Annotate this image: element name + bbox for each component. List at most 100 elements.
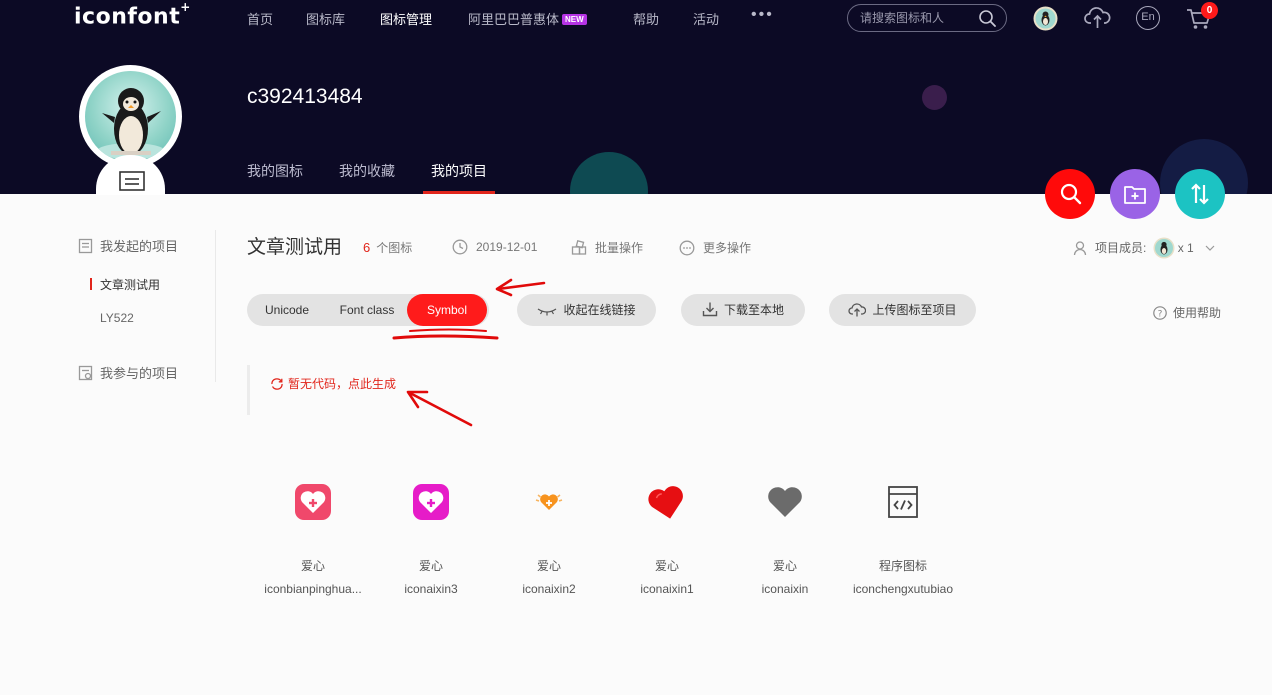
icon-card[interactable]: 爱心 iconaixin3 [372,478,490,596]
usage-help-link[interactable]: ? 使用帮助 [1153,304,1221,321]
annotation-arrow-generate [406,390,473,427]
icon-card[interactable]: 爱心 iconaixin1 [608,478,726,596]
generate-code-link[interactable]: 暂无代码，点此生成 [270,375,396,392]
tab-my-favorites[interactable]: 我的收藏 [339,161,395,181]
eye-closed-icon [538,308,557,316]
heart-orange-icon [535,494,563,510]
project-list-icon [78,238,93,254]
download-local-button[interactable]: 下载至本地 [681,294,805,326]
sidebar-my-projects[interactable]: 我发起的项目 [78,236,178,255]
batch-operation-label: 批量操作 [595,241,644,255]
upload-cloud-icon [848,303,867,317]
icon-count-number: 6 [363,240,371,255]
heart-red-icon [648,486,683,519]
search-icon[interactable] [979,10,996,27]
nav-home[interactable]: 首页 [247,9,273,28]
tab-my-icons[interactable]: 我的图标 [247,161,303,181]
icon-code: iconchengxutubiao [852,582,954,596]
sidebar-my-projects-label: 我发起的项目 [100,239,179,254]
more-circle-icon [679,240,695,256]
active-item-marker [90,278,92,290]
members-count: x 1 [1177,241,1194,255]
upload-to-project-button[interactable]: 上传图标至项目 [829,294,976,326]
search-icon [1060,183,1082,205]
profile-avatar [79,65,182,195]
iconfont-logo[interactable]: iconfont+ [74,0,191,29]
nav-activity[interactable]: 活动 [693,9,719,28]
clock-icon [452,239,468,255]
download-icon [702,302,718,317]
decor-circle [570,152,648,194]
more-menu-icon[interactable]: ••• [751,6,774,24]
icon-name: 爱心 [536,559,561,573]
nav-icon-library[interactable]: 图标库 [306,9,345,28]
project-members[interactable]: 项目成员: x 1 [1073,237,1215,259]
search-fab-button[interactable] [1045,169,1095,219]
more-operations-label: 更多操作 [703,241,752,255]
nav-help[interactable]: 帮助 [633,9,659,28]
heart-square-pink-icon [295,484,331,520]
icon-card[interactable]: 爱心 iconaixin2 [490,478,608,596]
top-nav: iconfont+ 首页 图标库 图标管理 阿里巴巴普惠体 NEW 帮助 活动 •… [0,0,1272,36]
sort-arrows-icon [1191,183,1209,205]
icon-code: iconbianpinghua... [264,582,362,596]
icon-name: 程序图标 [878,559,927,573]
icon-card[interactable]: 爱心 iconbianpinghua... [254,478,372,596]
language-switch-icon[interactable]: En [1136,6,1160,30]
icon-card[interactable]: 爱心 iconaixin [726,478,844,596]
icon-name: 爱心 [654,559,679,573]
upload-cloud-icon[interactable] [1084,6,1111,29]
help-circle-icon: ? [1153,306,1167,320]
id-card-icon [119,171,145,191]
search-box [847,4,1007,32]
icon-count-unit: 个图标 [376,241,413,255]
svg-text:?: ? [1158,310,1163,320]
download-local-label: 下载至本地 [723,303,784,317]
annotation-arrow-symbol [495,278,546,297]
icon-name: 爱心 [300,559,325,573]
collapse-online-link-button[interactable]: 收起在线链接 [517,294,656,326]
tab-my-projects[interactable]: 我的项目 [431,161,487,181]
format-font-class-tab[interactable]: Font class [331,294,403,326]
upload-to-project-label: 上传图标至项目 [872,303,957,317]
format-unicode-tab[interactable]: Unicode [255,294,319,326]
code-format-switch: Unicode Font class Symbol [247,294,489,326]
profile-banner [0,36,1272,194]
joined-project-icon [78,365,93,381]
sidebar-item-article-test[interactable]: 文章测试用 [100,276,160,293]
add-folder-icon [1124,186,1146,204]
code-window-icon [888,486,918,518]
cart-count-badge: 0 [1201,2,1218,19]
decor-circle [922,85,947,110]
annotation-underline [409,328,487,332]
sidebar-joined-projects-label: 我参与的项目 [100,366,179,381]
project-date: 2019-12-01 [452,239,537,255]
add-folder-fab-button[interactable] [1110,169,1160,219]
chevron-down-icon [1205,245,1215,251]
heart-gray-icon [768,487,802,517]
sort-fab-button[interactable] [1175,169,1225,219]
icon-code: iconaixin [761,582,809,596]
code-area-border [247,365,250,415]
nav-alibaba-font[interactable]: 阿里巴巴普惠体 NEW [468,9,587,28]
user-avatar[interactable] [1033,6,1058,31]
sidebar-divider [215,230,216,382]
icon-card[interactable]: 程序图标 iconchengxutubiao [844,478,962,596]
member-avatar [1153,237,1175,259]
usage-help-label: 使用帮助 [1173,306,1222,320]
members-icon [1073,241,1087,256]
icon-name: 爱心 [418,559,443,573]
more-operations-button[interactable]: 更多操作 [679,239,751,256]
format-symbol-tab[interactable]: Symbol [407,294,487,326]
project-title: 文章测试用 [247,237,343,258]
icon-name: 爱心 [772,559,797,573]
nav-icon-management[interactable]: 图标管理 [380,9,432,28]
batch-operation-button[interactable]: 批量操作 [571,239,643,256]
sidebar-item-ly522[interactable]: LY522 [100,311,134,325]
search-input[interactable] [860,10,978,26]
icon-code: iconaixin1 [640,582,694,596]
sidebar-joined-projects[interactable]: 我参与的项目 [78,363,178,382]
refresh-icon [271,378,283,390]
members-label: 项目成员: [1095,241,1147,255]
nav-alibaba-font-label: 阿里巴巴普惠体 [468,12,560,27]
